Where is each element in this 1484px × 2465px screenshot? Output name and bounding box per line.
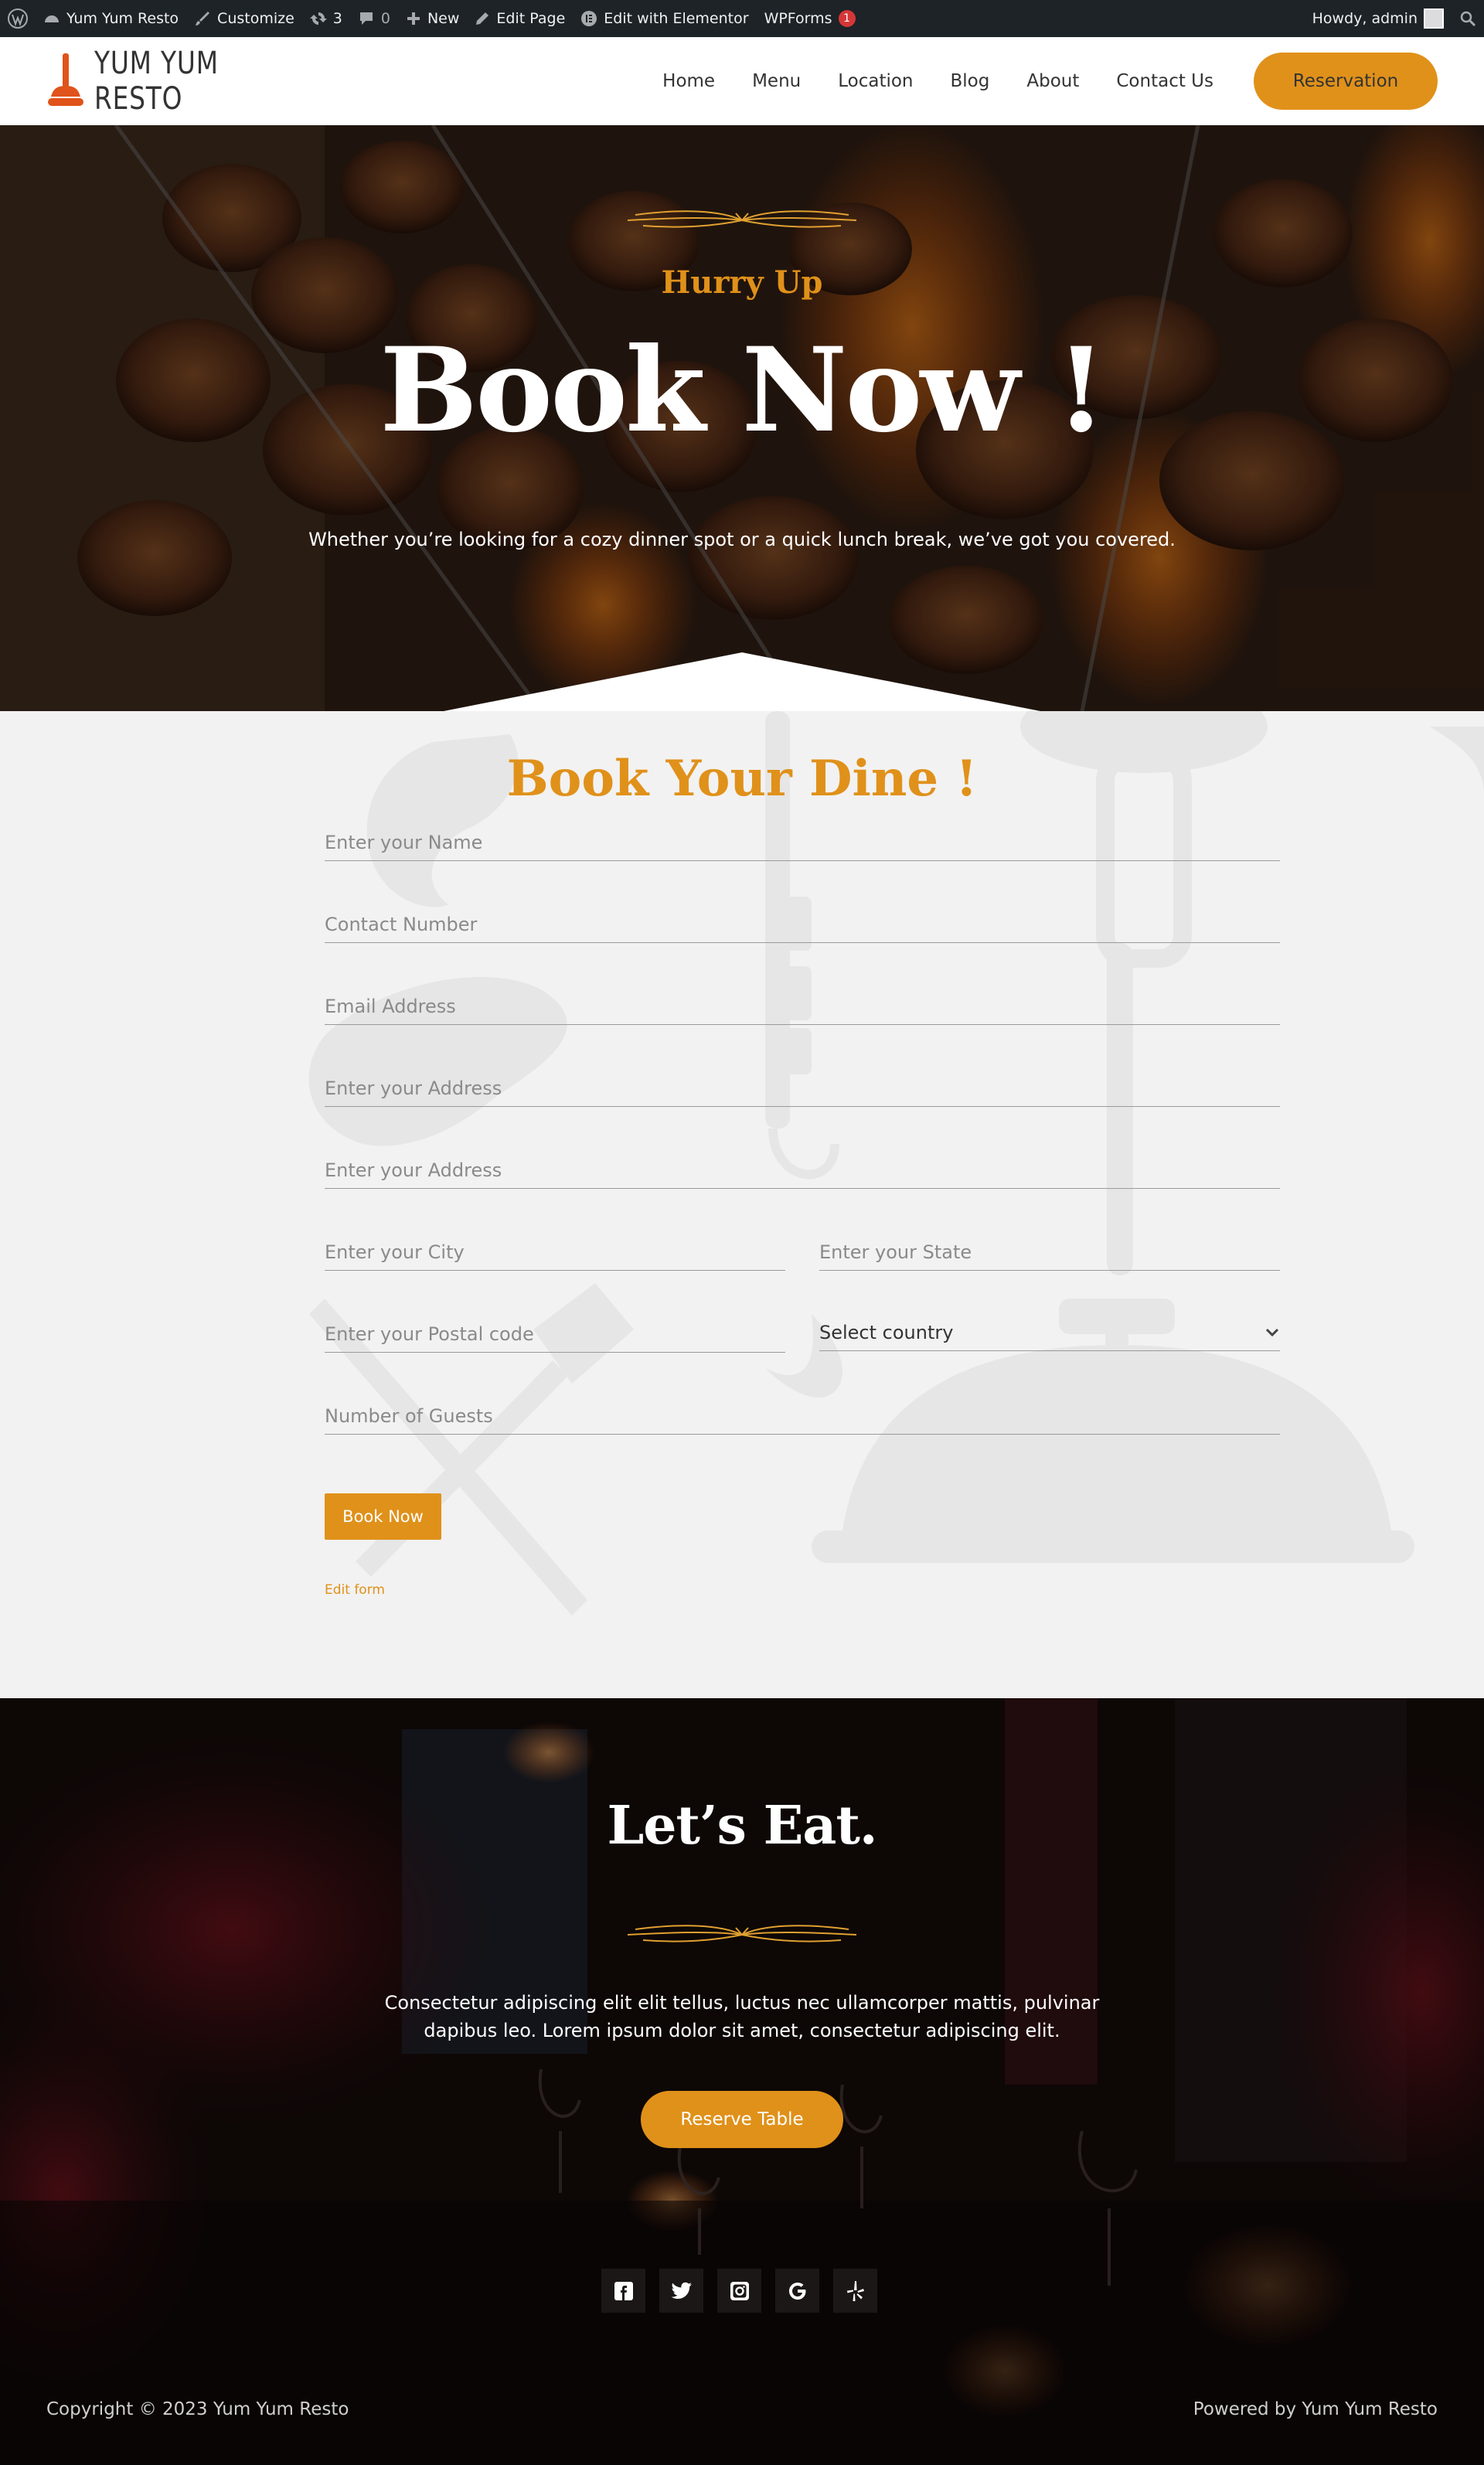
cta-text: Consectetur adipiscing elit elit tellus,… bbox=[384, 1992, 1100, 2041]
reservation-button[interactable]: Reservation bbox=[1254, 53, 1438, 110]
phone-input[interactable] bbox=[325, 913, 1280, 935]
comment-icon bbox=[359, 12, 373, 25]
phone-field[interactable] bbox=[325, 906, 1280, 943]
admin-bar-new[interactable]: New bbox=[398, 0, 467, 37]
admin-bar-comments[interactable]: 0 bbox=[350, 0, 398, 37]
admin-bar-site-name[interactable]: Yum Yum Resto bbox=[36, 0, 186, 37]
nav-contact-us[interactable]: Contact Us bbox=[1098, 71, 1232, 91]
site-name-label: Yum Yum Resto bbox=[66, 10, 179, 27]
ornament-divider-icon bbox=[628, 210, 856, 228]
state-input[interactable] bbox=[819, 1241, 1280, 1263]
postal-code-input[interactable] bbox=[325, 1323, 785, 1345]
nav-about[interactable]: About bbox=[1008, 71, 1098, 91]
yelp-link[interactable] bbox=[833, 2269, 877, 2313]
email-input[interactable] bbox=[325, 995, 1280, 1017]
hero-eyebrow: Hurry Up bbox=[661, 264, 823, 301]
instagram-icon bbox=[730, 2281, 749, 2300]
admin-bar-account[interactable]: Howdy, admin bbox=[1305, 0, 1452, 37]
yelp-icon bbox=[846, 2280, 864, 2301]
admin-bar-search[interactable] bbox=[1452, 0, 1484, 37]
guests-field[interactable] bbox=[325, 1398, 1280, 1435]
brush-icon bbox=[196, 12, 210, 26]
country-select[interactable]: Select country bbox=[819, 1314, 1280, 1351]
customize-label: Customize bbox=[217, 10, 294, 27]
admin-bar-wpforms[interactable]: WPForms 1 bbox=[757, 0, 863, 37]
avatar bbox=[1424, 9, 1444, 29]
booking-section: Book Your Dine ! Select country Book Now… bbox=[0, 711, 1484, 1698]
search-icon bbox=[1460, 11, 1476, 27]
name-field[interactable] bbox=[325, 824, 1280, 861]
logo-fork-icon bbox=[48, 53, 83, 106]
edit-page-label: Edit Page bbox=[496, 10, 566, 27]
facebook-icon bbox=[614, 2281, 633, 2300]
admin-bar-customize[interactable]: Customize bbox=[186, 0, 302, 37]
guests-input[interactable] bbox=[325, 1404, 1280, 1427]
name-input[interactable] bbox=[325, 831, 1280, 853]
site-header: YUM YUM RESTO Home Menu Location Blog Ab… bbox=[0, 37, 1484, 125]
facebook-link[interactable] bbox=[601, 2269, 645, 2313]
admin-bar-edit-page[interactable]: Edit Page bbox=[467, 0, 573, 37]
google-icon bbox=[788, 2282, 805, 2300]
updates-icon bbox=[309, 12, 327, 25]
powered-by-text: Powered by Yum Yum Resto bbox=[1193, 2399, 1438, 2419]
edit-elementor-label: Edit with Elementor bbox=[604, 10, 749, 27]
nav-location[interactable]: Location bbox=[819, 71, 931, 91]
google-link[interactable] bbox=[775, 2269, 819, 2313]
state-field[interactable] bbox=[819, 1234, 1280, 1271]
dashboard-icon bbox=[45, 15, 59, 22]
email-field[interactable] bbox=[325, 988, 1280, 1025]
instagram-link[interactable] bbox=[717, 2269, 761, 2313]
address-line2-field[interactable] bbox=[325, 1152, 1280, 1189]
country-select-value: Select country bbox=[819, 1321, 954, 1343]
site-logo[interactable]: YUM YUM RESTO bbox=[46, 46, 342, 117]
admin-bar-edit-elementor[interactable]: Edit with Elementor bbox=[573, 0, 756, 37]
elementor-icon bbox=[581, 11, 597, 26]
reserve-table-button[interactable]: Reserve Table bbox=[641, 2091, 843, 2148]
wp-admin-bar: Yum Yum Resto Customize 3 0 New Edit Pag… bbox=[0, 0, 1484, 37]
booking-title: Book Your Dine ! bbox=[506, 750, 978, 808]
wpforms-label: WPForms bbox=[764, 10, 832, 27]
edit-form-link[interactable]: Edit form bbox=[325, 1582, 385, 1598]
twitter-icon bbox=[671, 2282, 692, 2299]
address-line2-input[interactable] bbox=[325, 1159, 1280, 1181]
pencil-icon bbox=[476, 12, 489, 25]
ornament-divider-icon bbox=[628, 1925, 856, 1942]
cta-footer-section: Let’s Eat. Consectetur adipiscing elit e… bbox=[0, 1698, 1484, 2465]
copyright-text: Copyright © 2023 Yum Yum Resto bbox=[46, 2399, 349, 2419]
hero-bottom-divider bbox=[444, 652, 1040, 711]
admin-bar-updates[interactable]: 3 bbox=[302, 0, 350, 37]
book-now-button[interactable]: Book Now bbox=[325, 1493, 441, 1540]
logo-text: YUM YUM RESTO bbox=[94, 46, 219, 117]
wpforms-badge: 1 bbox=[838, 10, 856, 27]
chevron-down-icon bbox=[1265, 1328, 1279, 1336]
city-input[interactable] bbox=[325, 1241, 785, 1263]
twitter-link[interactable] bbox=[659, 2269, 703, 2313]
howdy-label: Howdy, admin bbox=[1312, 10, 1418, 27]
address-line1-field[interactable] bbox=[325, 1070, 1280, 1107]
hero-subtitle: Whether you’re looking for a cozy dinner… bbox=[308, 529, 1176, 550]
hero-title: Book Now ! bbox=[380, 322, 1106, 458]
comments-count: 0 bbox=[380, 10, 390, 27]
nav-menu[interactable]: Menu bbox=[733, 71, 819, 91]
cta-title: Let’s Eat. bbox=[607, 1795, 877, 1857]
main-nav: Home Menu Location Blog About Contact Us… bbox=[644, 53, 1438, 110]
wordpress-logo-icon[interactable] bbox=[0, 0, 36, 37]
updates-count: 3 bbox=[332, 10, 342, 27]
hero-section: Hurry Up Book Now ! Whether you’re looki… bbox=[0, 125, 1484, 711]
new-label: New bbox=[427, 10, 460, 27]
city-field[interactable] bbox=[325, 1234, 785, 1271]
social-links bbox=[601, 2269, 877, 2313]
nav-blog[interactable]: Blog bbox=[932, 71, 1009, 91]
plus-icon bbox=[407, 12, 420, 25]
address-line1-input[interactable] bbox=[325, 1077, 1280, 1099]
postal-code-field[interactable] bbox=[325, 1316, 785, 1353]
nav-home[interactable]: Home bbox=[644, 71, 733, 91]
